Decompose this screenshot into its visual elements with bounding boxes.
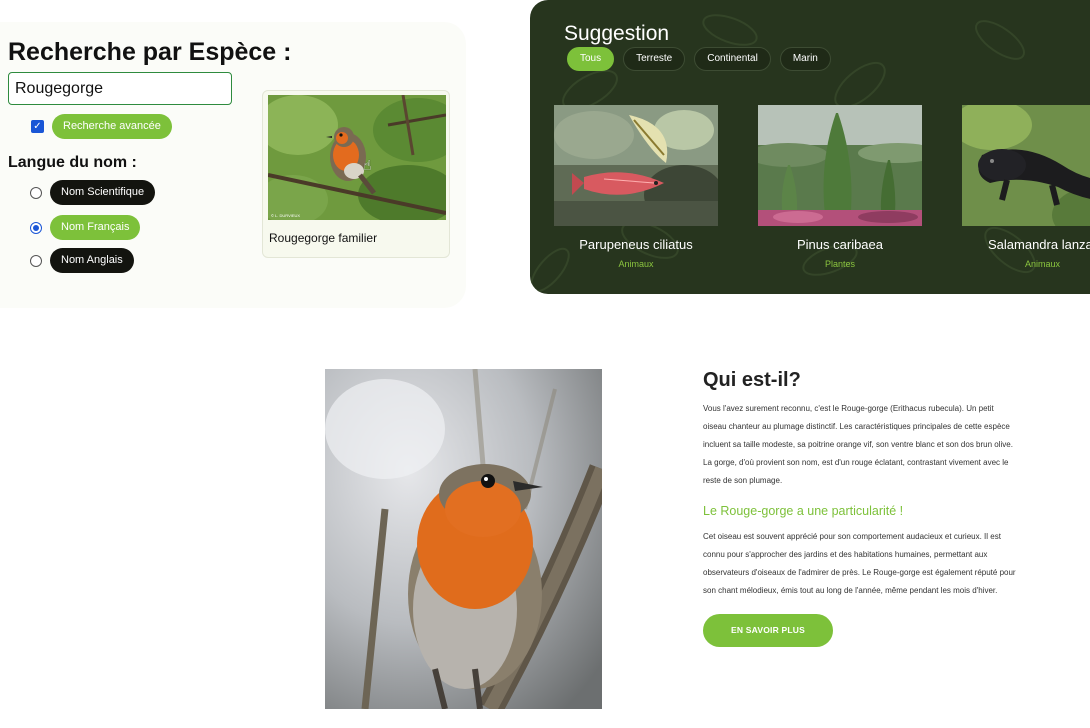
- suggestion-card[interactable]: Pinus caribaea Plantes: [758, 105, 922, 269]
- filter-all[interactable]: Tous: [567, 47, 615, 71]
- suggestion-name: Salamandra lanza: [988, 237, 1090, 252]
- advanced-search-row: ✓ Recherche avancée: [31, 114, 172, 139]
- fish-image: [554, 105, 718, 226]
- info-title: Qui est-il?: [703, 369, 801, 391]
- lang-option-french[interactable]: Nom Français: [30, 215, 141, 240]
- radio-english[interactable]: [30, 254, 42, 267]
- hand-pointer-icon: ☝: [363, 157, 372, 173]
- suggestion-category: Animaux: [618, 259, 654, 269]
- language-title: Langue du nom :: [8, 154, 137, 171]
- suggestion-category: Animaux: [1025, 259, 1061, 269]
- robin-thumbnail: © L. DURVIEUX ☝: [268, 95, 446, 220]
- radio-scientific[interactable]: [30, 186, 42, 199]
- search-title: Recherche par Espèce :: [8, 38, 292, 66]
- lang-option-label[interactable]: Nom Français: [50, 215, 141, 240]
- lang-option-scientific[interactable]: Nom Scientifique: [30, 180, 156, 205]
- result-name: Rougegorge familier: [269, 231, 378, 245]
- radio-french[interactable]: [30, 221, 42, 234]
- text-line: son chant mélodieux, émis tout au long d…: [703, 586, 998, 595]
- suggestion-title: Suggestion: [564, 22, 670, 45]
- suggestion-panel: Suggestion Tous Terreste Continental Mar…: [530, 0, 1090, 294]
- suggestion-card[interactable]: Salamandra lanza Animaux: [962, 105, 1090, 269]
- info-subtitle: Le Rouge-gorge a une particularité !: [703, 504, 904, 518]
- suggestion-name: Parupeneus ciliatus: [579, 237, 693, 252]
- lang-option-label[interactable]: Nom Scientifique: [50, 180, 156, 205]
- text-line: La gorge, d'où provient son nom, est d'u…: [703, 458, 1009, 467]
- filter-bar: Tous Terreste Continental Marin: [567, 47, 840, 71]
- salamander-image: [962, 105, 1090, 226]
- advanced-search-checkbox[interactable]: ✓: [31, 120, 44, 133]
- info-paragraph-1: Vous l'avez surement reconnu, c'est le R…: [703, 400, 1069, 490]
- search-panel: Recherche par Espèce : ✓ Recherche avanc…: [0, 22, 466, 308]
- filter-continental[interactable]: Continental: [694, 47, 771, 71]
- text-line: oiseau chanteur au plumage distinctif. L…: [703, 422, 1010, 431]
- filter-marine[interactable]: Marin: [779, 47, 831, 71]
- text-line: reste de son plumage.: [703, 476, 783, 485]
- text-line: Cet oiseau est souvent apprécié pour son…: [703, 532, 1001, 541]
- robin-main-photo: [325, 369, 602, 709]
- info-paragraph-2: Cet oiseau est souvent apprécié pour son…: [703, 528, 1069, 600]
- suggestion-category: Plantes: [824, 259, 856, 269]
- suggestion-name: Pinus caribaea: [797, 237, 883, 252]
- species-search-input[interactable]: [8, 72, 232, 105]
- lang-option-label[interactable]: Nom Anglais: [50, 248, 134, 273]
- lang-option-english[interactable]: Nom Anglais: [30, 248, 134, 273]
- suggestion-card[interactable]: Parupeneus ciliatus Animaux: [554, 105, 718, 269]
- text-line: Vous l'avez surement reconnu, c'est le R…: [703, 404, 994, 413]
- learn-more-button[interactable]: EN SAVOIR PLUS: [703, 614, 833, 647]
- advanced-search-label[interactable]: Recherche avancée: [52, 114, 172, 139]
- photo-credit: © L. DURVIEUX: [271, 213, 301, 218]
- search-result-card[interactable]: © L. DURVIEUX ☝ Rougegorge familier: [262, 90, 450, 258]
- text-line: observateurs d'oiseaux de l'admirer de p…: [703, 568, 1016, 577]
- text-line: incluent sa taille modeste, sa poitrine …: [703, 440, 1013, 449]
- filter-terrestrial[interactable]: Terreste: [623, 47, 686, 71]
- page: Recherche par Espèce : ✓ Recherche avanc…: [0, 0, 1090, 728]
- pine-image: [758, 105, 922, 226]
- text-line: connu pour s'approcher des jardins et de…: [703, 550, 988, 559]
